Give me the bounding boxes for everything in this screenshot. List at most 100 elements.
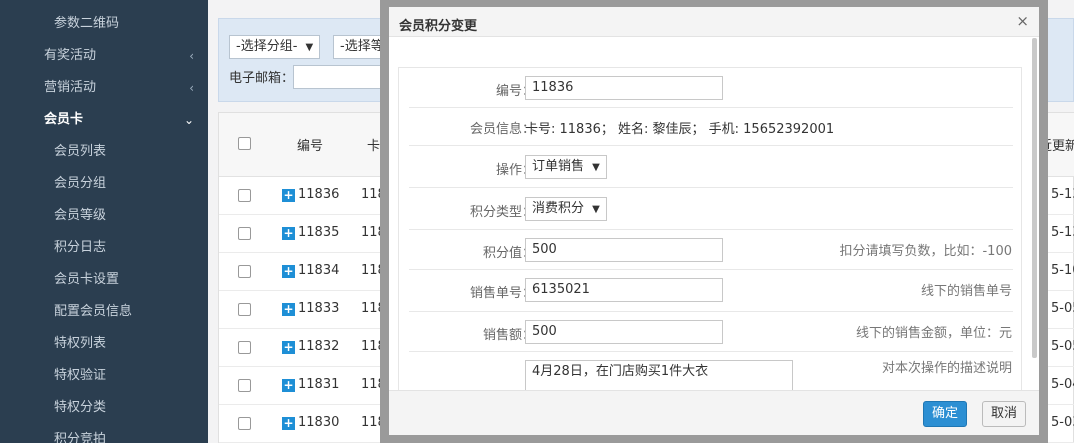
group-select-value: -选择分组- bbox=[236, 39, 298, 54]
sidebar-item[interactable]: 特权分类 bbox=[0, 392, 208, 424]
expand-plus-icon[interactable]: + bbox=[282, 379, 295, 392]
row-checkbox[interactable] bbox=[238, 417, 251, 430]
caret-down-icon: ▼ bbox=[305, 42, 314, 53]
expand-plus-icon[interactable]: + bbox=[282, 265, 295, 278]
sidebar-item[interactable]: 参数二维码 bbox=[0, 8, 208, 40]
cancel-button[interactable]: 取消 bbox=[982, 401, 1027, 427]
email-label: 电子邮箱： bbox=[229, 71, 295, 86]
points-field[interactable]: 500 bbox=[525, 238, 723, 262]
points-type-select-value: 消费积分 bbox=[532, 201, 585, 216]
sidebar-item[interactable]: 会员卡设置 bbox=[0, 264, 208, 296]
row-updated: 5-05 bbox=[1051, 301, 1074, 316]
row-checkbox[interactable] bbox=[238, 379, 251, 392]
row-checkbox[interactable] bbox=[238, 189, 251, 202]
sidebar-item[interactable]: 会员卡 ⌄ bbox=[0, 104, 208, 136]
row-id: 11831 bbox=[298, 377, 340, 392]
expand-plus-icon[interactable]: + bbox=[282, 303, 295, 316]
member-info-text: 卡号: 11836； 姓名: 黎佳辰； 手机: 15652392001 bbox=[525, 122, 835, 137]
sidebar-item[interactable]: 营销活动 ‹ bbox=[0, 72, 208, 104]
sidebar-item[interactable]: 积分竞拍 bbox=[0, 424, 208, 443]
row-id: 11835 bbox=[298, 225, 340, 240]
modal-body: 编号： 11836 会员信息： 卡号: 11836； 姓名: 黎佳辰； 手机: … bbox=[389, 38, 1039, 390]
expand-plus-icon[interactable]: + bbox=[282, 227, 295, 240]
form-row-order: 销售单号： 6135021 线下的销售单号 bbox=[409, 270, 1013, 312]
expand-plus-icon[interactable]: + bbox=[282, 341, 295, 354]
row-updated: 5-05 bbox=[1051, 339, 1074, 354]
expand-plus-icon[interactable]: + bbox=[282, 417, 295, 430]
row-id: 11836 bbox=[298, 187, 340, 202]
caret-down-icon: ▼ bbox=[592, 162, 600, 173]
row-checkbox[interactable] bbox=[238, 303, 251, 316]
amount-field[interactable]: 500 bbox=[525, 320, 723, 344]
points-change-modal: 会员积分变更 × 编号： 11836 会员信息： 卡号: 11836； 姓名: … bbox=[389, 7, 1039, 435]
sidebar-item[interactable]: 积分日志 bbox=[0, 232, 208, 264]
modal-scrollbar[interactable] bbox=[1032, 38, 1037, 358]
form-row-description: 4月28日，在门店购买1件大衣 对本次操作的描述说明 bbox=[409, 352, 1013, 390]
sidebar-item-label: 会员分组 bbox=[54, 176, 107, 191]
confirm-button[interactable]: 确定 bbox=[923, 401, 968, 427]
description-textarea[interactable]: 4月28日，在门店购买1件大衣 bbox=[525, 360, 793, 390]
sidebar-item-label: 参数二维码 bbox=[54, 16, 120, 31]
chevron-left-icon: ‹ bbox=[189, 49, 194, 63]
modal-title: 会员积分变更 bbox=[399, 19, 478, 34]
sidebar: 参数二维码有奖活动 ‹ 营销活动 ‹ 会员卡 ⌄ 会员列表会员分组会员等级积分日志会员卡设置… bbox=[0, 0, 208, 443]
sidebar-item[interactable]: 配置会员信息 bbox=[0, 296, 208, 328]
sidebar-item-label: 特权验证 bbox=[54, 368, 107, 383]
sidebar-item-label: 会员卡 bbox=[44, 112, 84, 127]
sidebar-item-label: 特权分类 bbox=[54, 400, 107, 415]
row-checkbox[interactable] bbox=[238, 227, 251, 240]
row-updated: 5-03 bbox=[1051, 415, 1074, 430]
operation-select[interactable]: 订单销售 ▼ bbox=[525, 155, 607, 179]
amount-help-text: 线下的销售金额，单位：元 bbox=[855, 326, 1012, 341]
order-help-text: 线下的销售单号 bbox=[920, 284, 1012, 299]
number-field[interactable]: 11836 bbox=[525, 76, 723, 100]
order-field[interactable]: 6135021 bbox=[525, 278, 723, 302]
points-help-text: 扣分请填写负数，比如：-100 bbox=[839, 244, 1012, 259]
sidebar-item-label: 积分竞拍 bbox=[54, 432, 107, 443]
sidebar-item[interactable]: 特权验证 bbox=[0, 360, 208, 392]
sidebar-item[interactable]: 会员等级 bbox=[0, 200, 208, 232]
sidebar-item-label: 有奖活动 bbox=[44, 48, 97, 63]
modal-header: 会员积分变更 × bbox=[389, 7, 1039, 37]
row-id: 11830 bbox=[298, 415, 340, 430]
row-checkbox[interactable] bbox=[238, 265, 251, 278]
operation-select-value: 订单销售 bbox=[532, 159, 585, 174]
row-updated: 5-04 bbox=[1051, 377, 1074, 392]
row-updated: 5-10 bbox=[1051, 263, 1074, 278]
row-checkbox[interactable] bbox=[238, 341, 251, 354]
sidebar-item-label: 营销活动 bbox=[44, 80, 97, 95]
description-help-text: 对本次操作的描述说明 bbox=[881, 361, 1012, 376]
row-id: 11834 bbox=[298, 263, 340, 278]
sidebar-item-label: 积分日志 bbox=[54, 240, 107, 255]
modal-footer: 确定 取消 bbox=[389, 390, 1039, 435]
chevron-down-icon: ⌄ bbox=[183, 113, 194, 127]
group-select[interactable]: -选择分组- ▼ bbox=[229, 35, 321, 59]
close-icon[interactable]: × bbox=[1016, 12, 1029, 30]
form-row-points-type: 积分类型： 消费积分 ▼ bbox=[409, 188, 1013, 230]
row-id: 11833 bbox=[298, 301, 340, 316]
form-row-operation: 操作： 订单销售 ▼ bbox=[409, 146, 1013, 188]
sidebar-item[interactable]: 有奖活动 ‹ bbox=[0, 40, 208, 72]
expand-plus-icon[interactable]: + bbox=[282, 189, 295, 202]
form-row-info: 会员信息： 卡号: 11836； 姓名: 黎佳辰； 手机: 1565239200… bbox=[409, 108, 1013, 146]
form-row-amount: 销售额： 500 线下的销售金额，单位：元 bbox=[409, 312, 1013, 352]
select-all-checkbox[interactable] bbox=[238, 137, 251, 150]
form-row-number: 编号： 11836 bbox=[409, 68, 1013, 108]
form-panel: 编号： 11836 会员信息： 卡号: 11836； 姓名: 黎佳辰； 手机: … bbox=[398, 67, 1022, 390]
chevron-left-icon: ‹ bbox=[189, 81, 194, 95]
sidebar-item-label: 配置会员信息 bbox=[54, 304, 133, 319]
sidebar-item[interactable]: 特权列表 bbox=[0, 328, 208, 360]
sidebar-item-label: 会员等级 bbox=[54, 208, 107, 223]
sidebar-item[interactable]: 会员分组 bbox=[0, 168, 208, 200]
caret-down-icon: ▼ bbox=[592, 204, 600, 215]
points-type-select[interactable]: 消费积分 ▼ bbox=[525, 197, 607, 221]
form-row-points: 积分值： 500 扣分请填写负数，比如：-100 bbox=[409, 230, 1013, 270]
row-id: 11832 bbox=[298, 339, 340, 354]
row-updated: 5-13 bbox=[1051, 225, 1074, 240]
sidebar-item[interactable]: 会员列表 bbox=[0, 136, 208, 168]
row-updated: 5-13 bbox=[1051, 187, 1074, 202]
sidebar-item-label: 会员卡设置 bbox=[54, 272, 120, 287]
sidebar-item-label: 特权列表 bbox=[54, 336, 107, 351]
sidebar-item-label: 会员列表 bbox=[54, 144, 107, 159]
header-id: 编号 bbox=[297, 139, 324, 154]
